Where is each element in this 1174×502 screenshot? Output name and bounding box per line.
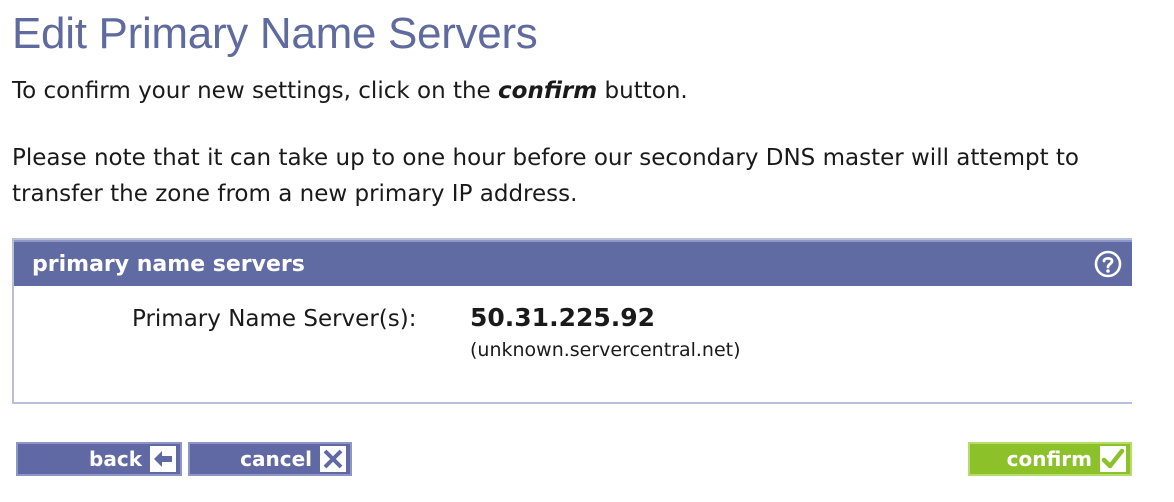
back-button-label: back [89,447,142,471]
transfer-note: Please note that it can take up to one h… [12,145,1079,207]
question-circle-icon[interactable] [1094,250,1122,278]
primary-name-server-label: Primary Name Server(s): [132,306,417,332]
intro-confirm-emphasis: confirm [498,78,598,104]
confirm-button-label: confirm [1006,447,1092,471]
checkmark-icon [1100,446,1126,472]
close-x-icon [320,446,346,472]
cancel-button-label: cancel [240,447,312,471]
primary-name-server-ip: 50.31.225.92 [470,303,656,332]
page-title: Edit Primary Name Servers [12,9,538,58]
confirm-button[interactable]: confirm [968,442,1132,476]
primary-name-servers-panel: primary name servers Primary Name Server… [12,238,1132,404]
panel-header: primary name servers [14,240,1132,286]
intro-text: To confirm your new settings, click on t… [12,74,688,108]
panel-title: primary name servers [32,252,305,277]
cancel-button[interactable]: cancel [188,442,352,476]
intro-text-start: To confirm your new settings, click on t… [12,78,499,104]
arrow-left-icon [150,446,176,472]
back-button[interactable]: back [16,442,182,476]
primary-name-server-hostname: (unknown.servercentral.net) [470,339,741,361]
intro-text-end: button. [597,78,688,104]
